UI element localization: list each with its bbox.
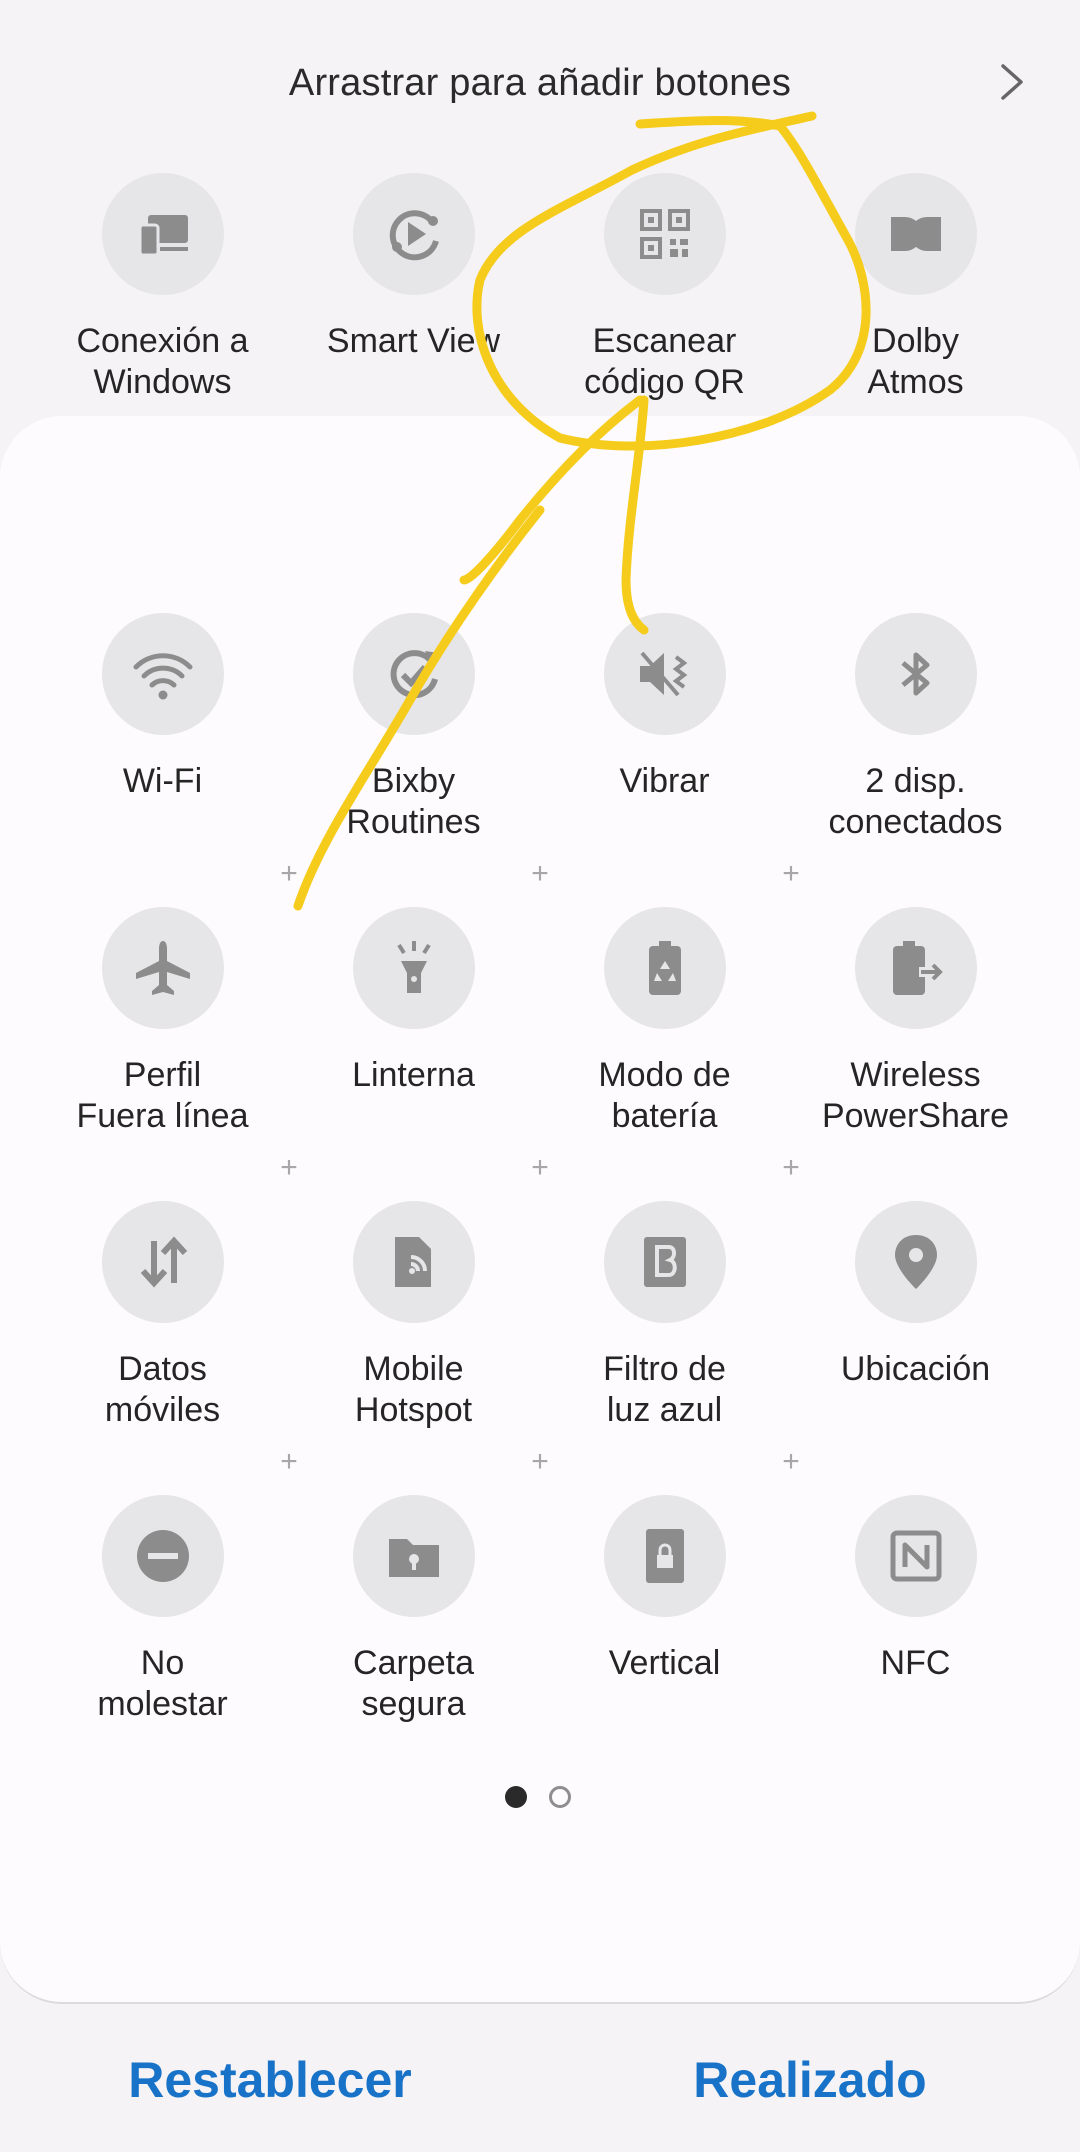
chevron-right-icon[interactable]	[992, 62, 1032, 102]
tile-do-not-disturb[interactable]: No molestar	[37, 1495, 288, 1725]
tile-label: Escanear código QR	[584, 322, 745, 401]
available-tile-dolby[interactable]: Dolby Atmos	[790, 173, 1041, 403]
vibrate-icon	[603, 613, 726, 735]
tile-label: Bixby Routines	[346, 762, 481, 841]
flashlight-icon	[352, 907, 475, 1029]
tile-mobile-data[interactable]: Datos móviles	[37, 1201, 288, 1431]
tile-label: Filtro de luz azul	[603, 1350, 726, 1429]
tile-label: Smart View	[326, 322, 501, 360]
qr-code-icon	[603, 173, 726, 295]
add-slot-plus-icon[interactable]: +	[528, 1447, 552, 1477]
tile-label: Wi-Fi	[122, 762, 203, 800]
header-title: Arrastrar para añadir botones	[288, 61, 792, 104]
done-button[interactable]: Realizado	[540, 2020, 1080, 2140]
tile-portrait-lock[interactable]: Vertical	[539, 1495, 790, 1684]
add-slot-plus-icon[interactable]: +	[779, 1153, 803, 1183]
tile-nfc[interactable]: NFC	[790, 1495, 1041, 1684]
available-tile-qr-code[interactable]: Escanear código QR	[539, 173, 790, 403]
link-to-windows-icon	[101, 173, 224, 295]
wifi-icon	[101, 613, 224, 735]
mobile-data-icon	[101, 1201, 224, 1323]
nfc-icon	[854, 1495, 977, 1617]
add-slot-plus-icon[interactable]: +	[528, 859, 552, 889]
tile-battery-mode[interactable]: Modo de batería	[539, 907, 790, 1137]
bixby-routines-icon	[352, 613, 475, 735]
page-dot-inactive[interactable]	[549, 1786, 571, 1808]
battery-mode-icon	[603, 907, 726, 1029]
tile-label: No molestar	[97, 1644, 228, 1723]
add-slot-plus-icon[interactable]: +	[528, 1153, 552, 1183]
tile-mobile-hotspot[interactable]: Mobile Hotspot	[288, 1201, 539, 1431]
page-indicator	[505, 1786, 577, 1810]
portrait-lock-icon	[603, 1495, 726, 1617]
tile-label: Conexión a Windows	[76, 322, 249, 401]
page-dot-active[interactable]	[505, 1786, 527, 1808]
tile-secure-folder[interactable]: Carpeta segura	[288, 1495, 539, 1725]
tile-bixby-routines[interactable]: Bixby Routines	[288, 613, 539, 843]
tile-blue-light-filter[interactable]: Filtro de luz azul	[539, 1201, 790, 1431]
tile-wireless-powershare[interactable]: Wireless PowerShare	[790, 907, 1041, 1137]
do-not-disturb-icon	[101, 1495, 224, 1617]
tile-label: Vertical	[608, 1644, 721, 1682]
airplane-icon	[101, 907, 224, 1029]
tile-label: 2 disp. conectados	[828, 762, 1003, 841]
tile-label: Modo de batería	[598, 1056, 731, 1135]
tile-label: Wireless PowerShare	[821, 1056, 1010, 1135]
available-tile-smart-view[interactable]: Smart View	[288, 173, 539, 362]
smart-view-icon	[352, 173, 475, 295]
reset-button[interactable]: Restablecer	[0, 2020, 540, 2140]
hotspot-icon	[352, 1201, 475, 1323]
available-tile-link-to-windows[interactable]: Conexión a Windows	[37, 173, 288, 403]
tile-flashlight[interactable]: Linterna	[288, 907, 539, 1096]
tile-location[interactable]: Ubicación	[790, 1201, 1041, 1390]
add-slot-plus-icon[interactable]: +	[779, 1447, 803, 1477]
blue-light-filter-icon	[603, 1201, 726, 1323]
tile-airplane-mode[interactable]: Perfil Fuera línea	[37, 907, 288, 1137]
tile-label: Vibrar	[619, 762, 710, 800]
wireless-powershare-icon	[854, 907, 977, 1029]
tile-bluetooth[interactable]: 2 disp. conectados	[790, 613, 1041, 843]
bluetooth-icon	[854, 613, 977, 735]
tile-label: Carpeta segura	[353, 1644, 474, 1723]
tile-label: Perfil Fuera línea	[76, 1056, 249, 1135]
tile-label: NFC	[880, 1644, 951, 1682]
header: Arrastrar para añadir botones	[0, 48, 1080, 118]
tile-label: Ubicación	[840, 1350, 991, 1388]
tile-vibrate[interactable]: Vibrar	[539, 613, 790, 802]
add-slot-plus-icon[interactable]: +	[277, 1153, 301, 1183]
add-slot-plus-icon[interactable]: +	[277, 859, 301, 889]
secure-folder-icon	[352, 1495, 475, 1617]
tile-label: Datos móviles	[104, 1350, 221, 1429]
dolby-icon	[854, 173, 977, 295]
bottom-action-bar: Restablecer Realizado	[0, 2020, 1080, 2140]
location-icon	[854, 1201, 977, 1323]
tile-wifi[interactable]: Wi-Fi	[37, 613, 288, 802]
tile-label: Dolby Atmos	[867, 322, 964, 401]
add-slot-plus-icon[interactable]: +	[779, 859, 803, 889]
tile-label: Mobile Hotspot	[354, 1350, 473, 1429]
tile-label: Linterna	[352, 1056, 475, 1094]
add-slot-plus-icon[interactable]: +	[277, 1447, 301, 1477]
